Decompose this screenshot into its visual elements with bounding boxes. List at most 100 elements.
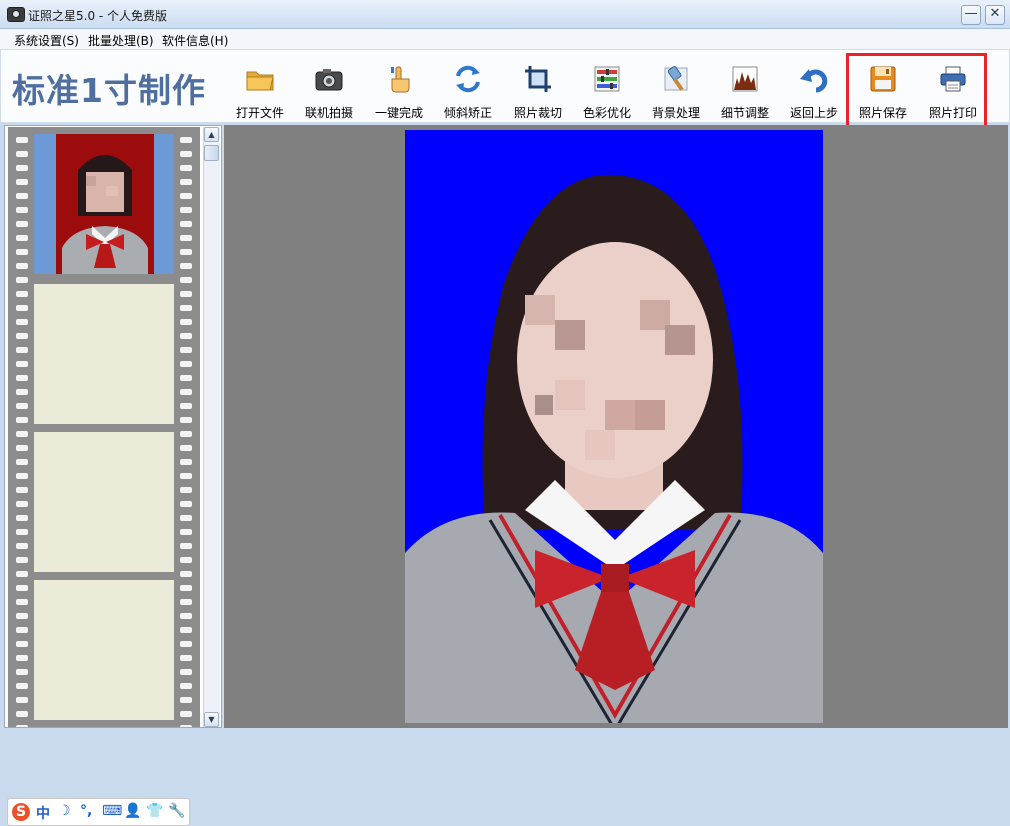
film-sprocket-hole — [180, 543, 192, 549]
film-sprocket-hole — [180, 235, 192, 241]
open-file-label: 打开文件 — [235, 106, 284, 120]
crop-icon — [525, 66, 551, 92]
photo-canvas[interactable] — [224, 125, 1008, 728]
film-sprocket-hole — [180, 291, 192, 297]
scroll-down-button[interactable]: ▼ — [204, 712, 219, 727]
film-sprocket-hole — [180, 571, 192, 577]
film-sprocket-hole — [180, 389, 192, 395]
film-sprocket-hole — [16, 599, 28, 605]
film-sprocket-hole — [16, 613, 28, 619]
film-sprocket-hole — [16, 487, 28, 493]
film-sprocket-hole — [180, 403, 192, 409]
photo-crop-button[interactable]: 照片裁切 — [502, 60, 574, 120]
film-sprocket-hole — [16, 347, 28, 353]
film-sprocket-hole — [180, 333, 192, 339]
film-sprocket-hole — [16, 179, 28, 185]
film-sprocket-hole — [16, 543, 28, 549]
tilt-correction-label: 倾斜矫正 — [443, 106, 492, 120]
menu-system-settings[interactable]: 系统设置(S) — [14, 32, 79, 49]
film-sprocket-hole — [16, 697, 28, 703]
sogou-logo-icon[interactable]: S — [12, 803, 30, 821]
color-optimize-button[interactable]: 色彩优化 — [571, 60, 643, 120]
thumbnail-panel: ▲ ▼ S 中 ☽ °, ⌨ 👤 👕 🔧 — [4, 125, 222, 826]
film-sprocket-hole — [180, 263, 192, 269]
film-sprocket-hole — [16, 249, 28, 255]
detail-adjust-button[interactable]: 细节调整 — [709, 60, 781, 120]
user-icon[interactable]: 👤 — [124, 803, 141, 819]
undo-button[interactable]: 返回上步 — [778, 60, 850, 120]
film-sprocket-hole — [180, 613, 192, 619]
film-sprocket-hole — [180, 627, 192, 633]
folder-icon — [246, 71, 274, 91]
title-bar: 证照之星5.0 - 个人免费版 — ✕ — [0, 0, 1010, 29]
undo-icon — [800, 69, 828, 93]
film-sprocket-hole — [16, 417, 28, 423]
film-sprocket-hole — [16, 459, 28, 465]
film-sprocket-hole — [180, 277, 192, 283]
film-sprocket-hole — [16, 585, 28, 591]
thumbnail-frame-selected[interactable] — [34, 134, 174, 274]
menu-software-info[interactable]: 软件信息(H) — [162, 32, 228, 49]
scroll-thumb[interactable] — [204, 145, 219, 161]
film-sprocket-hole — [180, 501, 192, 507]
one-click-complete-label: 一键完成 — [374, 106, 423, 120]
film-sprocket-hole — [180, 207, 192, 213]
film-sprocket-hole — [180, 655, 192, 661]
film-sprocket-hole — [180, 697, 192, 703]
background-process-button[interactable]: 背景处理 — [640, 60, 712, 120]
color-adjust-icon — [594, 66, 620, 92]
film-sprocket-hole — [16, 375, 28, 381]
highlight-box — [846, 53, 987, 129]
photo-crop-label: 照片裁切 — [513, 106, 562, 120]
thumbnail-scrollbar[interactable]: ▲ ▼ — [203, 127, 220, 727]
film-sprocket-hole — [180, 725, 192, 727]
film-sprocket-hole — [180, 515, 192, 521]
film-sprocket-hole — [16, 683, 28, 689]
thumbnail-photo — [56, 134, 154, 274]
close-button[interactable]: ✕ — [985, 5, 1005, 25]
film-sprocket-hole — [16, 627, 28, 633]
film-sprocket-hole — [180, 151, 192, 157]
camera-capture-button[interactable]: 联机拍摄 — [293, 60, 365, 120]
film-sprocket-hole — [180, 557, 192, 563]
film-sprocket-hole — [180, 179, 192, 185]
undo-label: 返回上步 — [789, 106, 838, 120]
rotate-icon — [456, 65, 480, 93]
one-click-complete-button[interactable]: 一键完成 — [363, 60, 435, 120]
film-sprocket-hole — [16, 207, 28, 213]
film-sprocket-hole — [180, 641, 192, 647]
ime-toolbar[interactable]: S 中 ☽ °, ⌨ 👤 👕 🔧 — [7, 798, 190, 826]
scroll-up-button[interactable]: ▲ — [204, 127, 219, 142]
keyboard-icon[interactable]: ⌨ — [102, 803, 122, 819]
film-sprocket-hole — [16, 361, 28, 367]
film-sprocket-hole — [16, 235, 28, 241]
menu-bar: 系统设置(S) 批量处理(B) 软件信息(H) — [0, 29, 1010, 50]
thumbnail-frame-empty[interactable] — [34, 284, 174, 424]
film-sprocket-hole — [180, 375, 192, 381]
thumbnail-frame-empty[interactable] — [34, 432, 174, 572]
thumbnail-frame-empty[interactable] — [34, 580, 174, 720]
film-sprocket-hole — [16, 725, 28, 727]
film-sprocket-hole — [16, 221, 28, 227]
moon-icon[interactable]: ☽ — [58, 803, 71, 819]
film-sprocket-hole — [16, 571, 28, 577]
film-sprocket-hole — [180, 459, 192, 465]
window-title: 证照之星5.0 - 个人免费版 — [28, 9, 168, 23]
minimize-button[interactable]: — — [961, 5, 981, 25]
film-sprocket-hole — [180, 487, 192, 493]
film-sprocket-hole — [16, 445, 28, 451]
film-sprocket-hole — [16, 515, 28, 521]
film-sprocket-hole — [180, 347, 192, 353]
brand-title: 标准1寸制作 — [12, 71, 206, 110]
id-photo — [405, 130, 823, 723]
skin-shirt-icon[interactable]: 👕 — [146, 803, 163, 819]
menu-batch-processing[interactable]: 批量处理(B) — [88, 32, 154, 49]
film-sprocket-hole — [180, 249, 192, 255]
tilt-correction-button[interactable]: 倾斜矫正 — [432, 60, 504, 120]
wrench-icon[interactable]: 🔧 — [168, 803, 185, 819]
film-sprocket-hole — [16, 711, 28, 717]
ime-chinese-mode[interactable]: 中 — [36, 803, 50, 823]
open-file-button[interactable]: 打开文件 — [224, 60, 296, 120]
film-sprocket-hole — [16, 473, 28, 479]
punctuation-icon[interactable]: °, — [80, 803, 92, 819]
